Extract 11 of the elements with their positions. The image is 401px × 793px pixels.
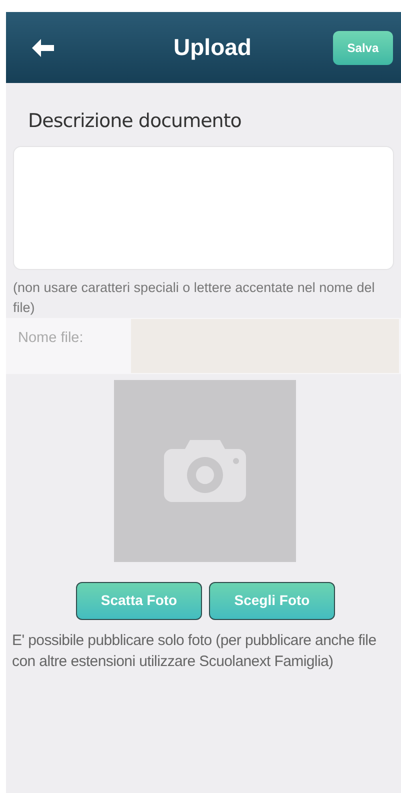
camera-icon xyxy=(164,440,246,502)
back-arrow-icon xyxy=(31,38,55,58)
info-note: E' possibile pubblicare solo foto (per pubblicare anche file con altre estensioni utilizzare Scuolanext Famiglia) xyxy=(12,630,378,672)
save-button[interactable]: Salva xyxy=(332,30,393,64)
photo-button[interactable]: Scatta Foto xyxy=(76,582,202,620)
page-title: Upload xyxy=(174,33,252,62)
hint-text: (non usare caratteri speciali o lettere accentate nel nome del file) xyxy=(13,278,376,317)
file-name-label: Nome file: xyxy=(17,328,84,348)
description-field[interactable] xyxy=(13,146,394,270)
photo-button[interactable]: Scegli Foto xyxy=(209,582,335,620)
description-label: Descrizione documento xyxy=(28,109,242,134)
